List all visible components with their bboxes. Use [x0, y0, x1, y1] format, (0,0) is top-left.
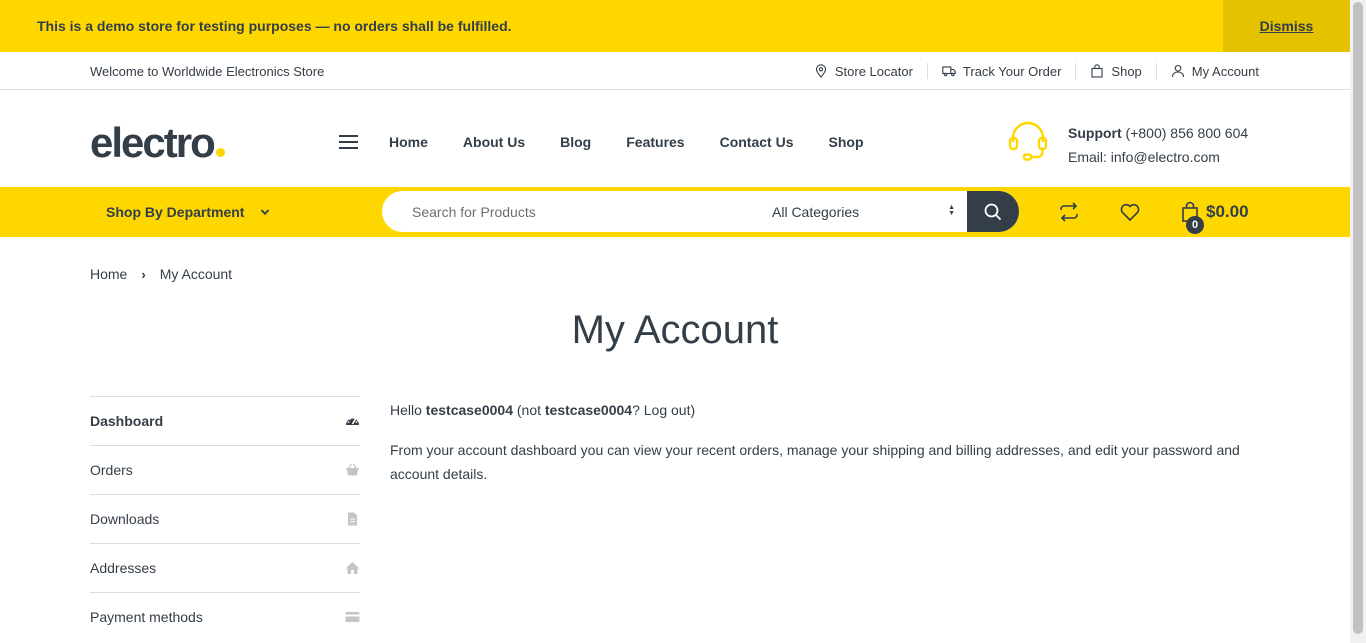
dismiss-link[interactable]: Dismiss	[1223, 0, 1350, 52]
user-icon	[1171, 64, 1184, 78]
search-form: All Categories ▲▼	[382, 191, 1019, 232]
headset-icon	[1008, 121, 1048, 161]
track-order-link[interactable]: Track Your Order	[928, 63, 1077, 79]
site-logo[interactable]: electro	[90, 122, 225, 164]
logout-link[interactable]: ? Log out)	[632, 402, 695, 418]
sidebar-item-dashboard[interactable]: Dashboard	[90, 396, 360, 445]
nav-features[interactable]: Features	[626, 134, 684, 150]
username-not: testcase0004	[544, 402, 633, 418]
basket-icon	[346, 463, 359, 476]
breadcrumb-current: My Account	[159, 266, 233, 282]
shop-by-department-button[interactable]: Shop By Department	[106, 204, 270, 220]
nav-contact-us[interactable]: Contact Us	[720, 134, 794, 150]
truck-icon	[942, 66, 956, 77]
shopping-bag-icon	[1091, 64, 1103, 78]
account-dashboard-content: Hello testcase0004 (not testcase0004? Lo…	[390, 398, 1260, 502]
nav-shop[interactable]: Shop	[829, 134, 864, 150]
username: testcase0004	[425, 402, 513, 418]
site-header: electro Home About Us Blog Features Cont…	[0, 90, 1350, 187]
search-input[interactable]	[382, 191, 757, 232]
top-links: Store Locator Track Your Order Shop My A…	[800, 63, 1259, 79]
sidebar-item-label: Payment methods	[90, 609, 203, 625]
sidebar-item-label: Orders	[90, 462, 133, 478]
top-bar: Welcome to Worldwide Electronics Store S…	[0, 52, 1350, 90]
file-icon	[348, 512, 357, 526]
sidebar-item-addresses[interactable]: Addresses	[90, 543, 360, 592]
support-info: Support (+800) 856 800 604 Email: info@e…	[1068, 121, 1248, 169]
dashboard-description: From your account dashboard you can view…	[390, 442, 1240, 482]
cart-count-badge: 0	[1186, 216, 1204, 234]
category-selected: All Categories	[772, 203, 860, 220]
search-icon	[984, 203, 1002, 220]
logo-dot	[215, 148, 225, 157]
track-order-label: Track Your Order	[962, 63, 1062, 79]
breadcrumb: Home › My Account	[90, 266, 232, 282]
greeting: Hello testcase0004 (not testcase0004? Lo…	[390, 402, 696, 418]
vertical-scrollbar[interactable]	[1350, 0, 1366, 643]
sidebar-item-label: Addresses	[90, 560, 157, 576]
account-navigation: Dashboard Orders Downloads Addresses Pay…	[90, 396, 360, 641]
notice-text: This is a demo store for testing purpose…	[37, 18, 512, 34]
logo-text: electro	[90, 119, 216, 166]
support-email[interactable]: Email: info@electro.com	[1068, 145, 1248, 169]
sidebar-item-label: Dashboard	[90, 413, 164, 429]
support-label: Support	[1068, 125, 1122, 141]
breadcrumb-home[interactable]: Home	[90, 266, 127, 282]
cart-total: $0.00	[1206, 202, 1249, 221]
home-icon	[345, 562, 360, 574]
map-pin-icon	[815, 64, 826, 78]
navbar-search: Shop By Department All Categories ▲▼ 0 $…	[0, 187, 1350, 237]
chevron-down-icon	[261, 209, 270, 216]
breadcrumb-chevron-icon: ›	[141, 266, 146, 282]
compare-icon[interactable]	[1058, 201, 1080, 223]
credit-card-icon	[345, 612, 360, 622]
shop-link[interactable]: Shop	[1076, 63, 1157, 79]
shop-label: Shop	[1111, 63, 1142, 79]
page-title: My Account	[571, 308, 779, 352]
category-select[interactable]: All Categories ▲ ▼	[757, 191, 967, 232]
scrollbar-thumb[interactable]	[1353, 2, 1363, 634]
store-locator-label: Store Locator	[834, 63, 913, 79]
dashboard-icon	[346, 418, 359, 425]
nav-blog[interactable]: Blog	[560, 134, 591, 150]
menu-toggle-icon[interactable]	[339, 135, 358, 150]
support-phone[interactable]: (+800) 856 800 604	[1126, 125, 1249, 141]
store-locator-link[interactable]: Store Locator	[800, 63, 928, 79]
sidebar-item-label: Downloads	[90, 511, 160, 527]
primary-nav: Home About Us Blog Features Contact Us S…	[389, 134, 864, 150]
select-arrows-icon: ▲ ▼	[948, 204, 955, 217]
wishlist-heart-icon[interactable]	[1119, 201, 1141, 223]
my-account-label: My Account	[1191, 63, 1259, 79]
search-button[interactable]	[967, 191, 1019, 232]
mini-cart[interactable]: 0 $0.00	[1180, 201, 1249, 234]
department-label: Shop By Department	[106, 204, 245, 220]
nav-home[interactable]: Home	[389, 134, 428, 150]
sidebar-item-downloads[interactable]: Downloads	[90, 494, 360, 543]
sidebar-item-orders[interactable]: Orders	[90, 445, 360, 494]
my-account-link[interactable]: My Account	[1157, 63, 1259, 79]
sidebar-item-payment-methods[interactable]: Payment methods	[90, 592, 360, 641]
demo-store-notice: This is a demo store for testing purpose…	[0, 0, 1350, 52]
welcome-text: Welcome to Worldwide Electronics Store	[90, 64, 325, 79]
nav-about-us[interactable]: About Us	[463, 134, 525, 150]
